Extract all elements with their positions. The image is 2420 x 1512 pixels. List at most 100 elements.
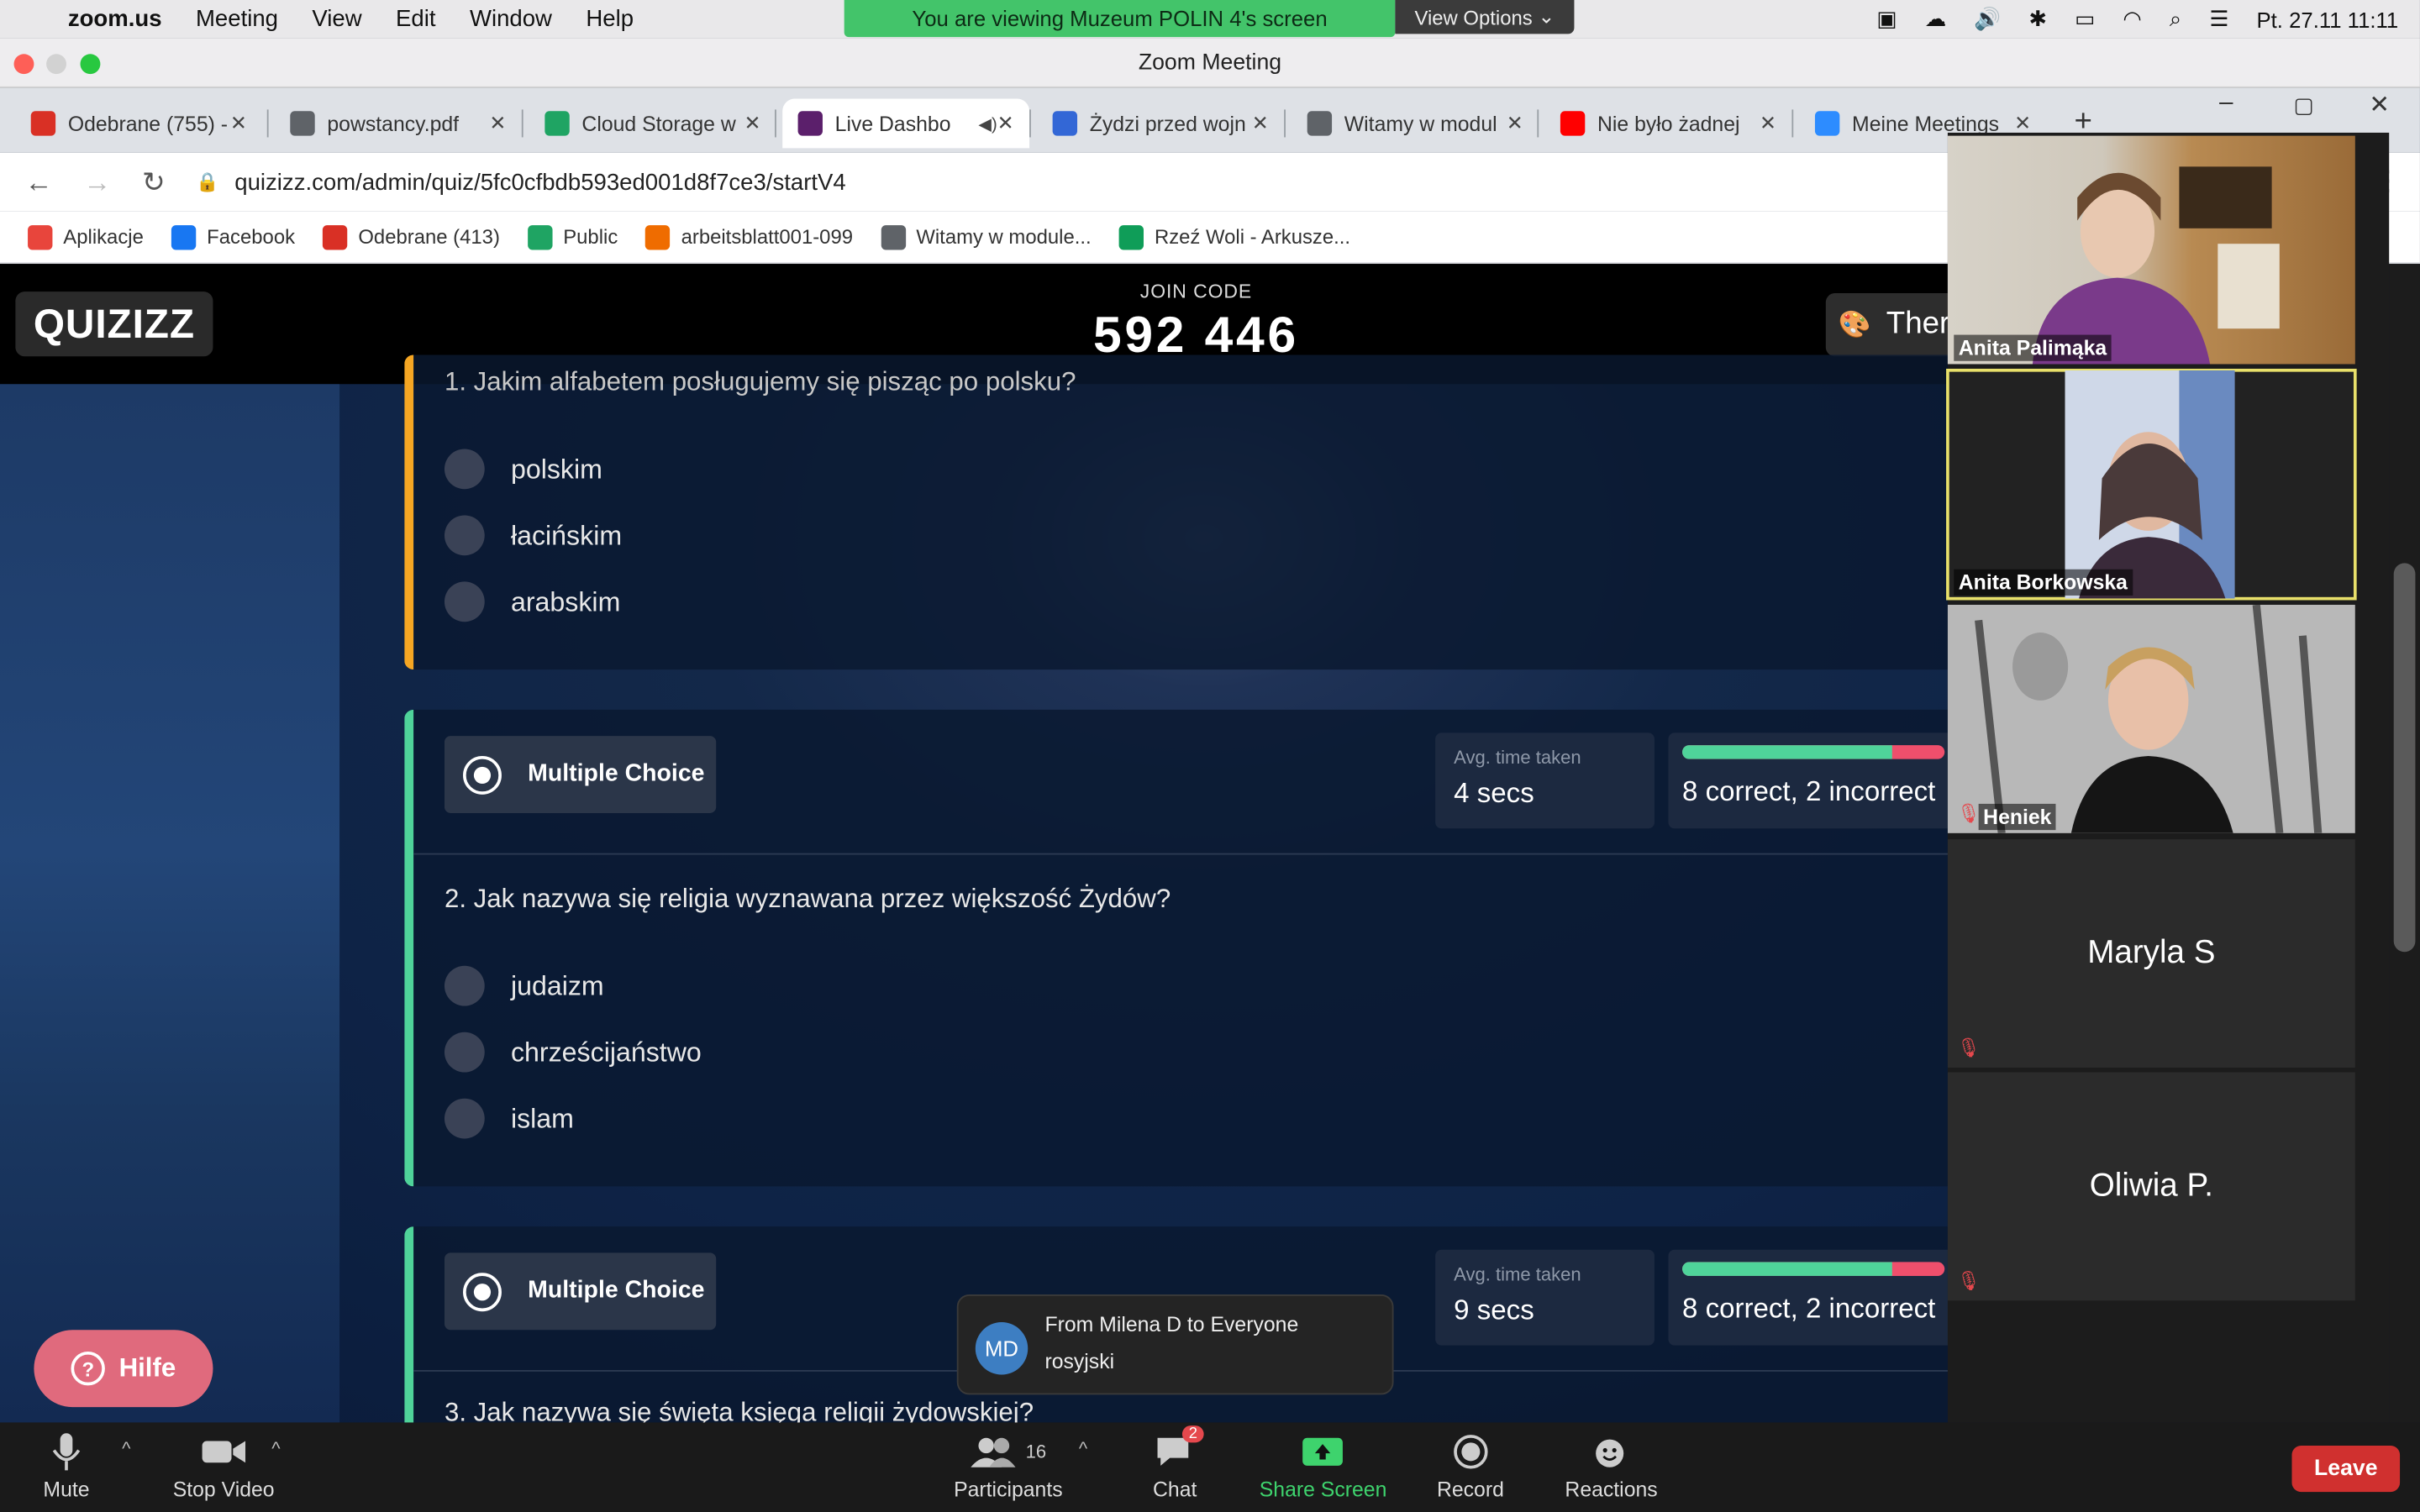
s-icon [645, 224, 671, 249]
bookmark-item[interactable]: Aplikacje [28, 224, 144, 249]
close-window-button[interactable] [13, 54, 34, 75]
tab-title: Live Dashbo [834, 112, 951, 135]
menu-window[interactable]: Window [470, 6, 552, 32]
record-button[interactable]: Record [1437, 1431, 1504, 1501]
menu-help[interactable]: Help [586, 6, 634, 32]
control-center-icon[interactable]: ☰ [2209, 6, 2228, 32]
view-options-button[interactable]: View Options ⌄ [1395, 0, 1575, 34]
help-button[interactable]: ? Hilfe [34, 1330, 213, 1408]
tab-separator [775, 109, 776, 138]
close-tab-icon[interactable]: ✕ [744, 111, 760, 135]
muted-mic-icon: 🎙 [1956, 802, 1981, 824]
close-tab-icon[interactable]: ✕ [997, 111, 1014, 135]
participants-count: 16 [1025, 1441, 1047, 1463]
tab-separator [266, 109, 269, 138]
participant-tile[interactable]: 🎙 Heniek [1947, 604, 2355, 833]
help-icon: ? [71, 1351, 106, 1386]
mute-button[interactable]: Mute [43, 1431, 90, 1501]
tab-title: Odebrane (755) - [67, 112, 229, 135]
spotlight-search-icon[interactable]: ⌕ [2170, 6, 2181, 32]
participant-tile[interactable]: Oliwia P. 🎙 [1947, 1072, 2355, 1301]
menu-meeting[interactable]: Meeting [196, 6, 278, 32]
question-type-badge[interactable]: Multiple Choice [444, 1252, 717, 1331]
browser-tab[interactable]: Żydzi przed wojn ✕ [1037, 99, 1284, 149]
speaker-icon[interactable]: ◀) [978, 113, 997, 134]
browser-minimize-icon[interactable]: – [2219, 90, 2233, 118]
question-text: 2. Jak nazywa się religia wyznawana prze… [444, 884, 1171, 914]
browser-tab[interactable]: Live Dashbo ◀) ✕ [782, 98, 1030, 149]
reload-icon[interactable]: ↻ [142, 165, 166, 198]
answer-option: islam [444, 1098, 574, 1139]
browser-tab[interactable]: Witamy w modul ✕ [1292, 99, 1539, 149]
share-screen-button[interactable]: Share Screen [1260, 1431, 1386, 1501]
scrollbar-thumb[interactable] [2393, 563, 2416, 953]
bookmark-label: arbeitsblatt001-099 [681, 225, 854, 249]
help-label: Hilfe [118, 1352, 176, 1383]
forward-icon[interactable]: → [83, 165, 111, 198]
creative-cloud-icon[interactable]: ☁ [1925, 6, 1947, 32]
menu-app-name[interactable]: zoom.us [68, 6, 162, 32]
browser-tab[interactable]: Nie było żadnej ✕ [1545, 99, 1792, 149]
minimize-window-button[interactable] [46, 54, 66, 75]
globe-icon [881, 224, 906, 249]
answer-option: łacińskim [444, 515, 622, 556]
tab-separator [521, 109, 523, 138]
browser-tab[interactable]: Cloud Storage w ✕ [529, 99, 776, 149]
chat-sender-avatar: MD [975, 1322, 1028, 1375]
quizizz-logo[interactable]: QUIZIZZ [15, 291, 213, 357]
answer-option: chrześcijaństwo [444, 1032, 702, 1073]
stop-video-button[interactable]: Stop Video [173, 1431, 275, 1501]
browser-close-icon[interactable]: ✕ [2369, 90, 2390, 121]
close-tab-icon[interactable]: ✕ [1760, 111, 1776, 135]
participants-chevron-icon[interactable]: ^ [1079, 1438, 1087, 1460]
close-tab-icon[interactable]: ✕ [489, 111, 506, 135]
volume-icon[interactable]: 🔊 [1974, 6, 2001, 32]
zoom-window-button[interactable] [80, 54, 101, 75]
result-text: 8 correct, 2 incorrect [1682, 775, 1936, 807]
back-icon[interactable]: ← [24, 165, 52, 198]
close-tab-icon[interactable]: ✕ [1507, 111, 1523, 135]
bluetooth-icon[interactable]: ✱ [2028, 6, 2047, 32]
screen-share-banner: You are viewing Muzeum POLIN 4's screen [844, 0, 1396, 38]
bookmark-item[interactable]: arbeitsblatt001-099 [645, 224, 853, 249]
bookmark-item[interactable]: Rzeź Woli - Arkusze... [1118, 224, 1350, 249]
record-icon [1452, 1431, 1489, 1472]
wifi-icon[interactable]: ◠ [2123, 6, 2141, 32]
bookmark-item[interactable]: Public [527, 224, 618, 249]
browser-maximize-icon[interactable]: ▢ [2293, 92, 2313, 118]
tab-title: Witamy w modul [1344, 112, 1497, 135]
leave-meeting-button[interactable]: Leave [2291, 1445, 2401, 1493]
menu-view[interactable]: View [312, 6, 361, 32]
muted-mic-icon: 🎙 [1956, 1269, 1981, 1292]
browser-tab[interactable]: Odebrane (755) - ✕ [15, 99, 262, 149]
answer-option: arabskim [444, 581, 620, 622]
result-progress-bar [1682, 745, 1945, 759]
menu-edit[interactable]: Edit [396, 6, 435, 32]
participants-button[interactable]: 16 Participants [954, 1431, 1063, 1501]
chat-button[interactable]: 2 Chat [1153, 1425, 1204, 1501]
bookmark-item[interactable]: Facebook [171, 224, 295, 249]
close-tab-icon[interactable]: ✕ [1252, 111, 1269, 135]
battery-icon[interactable]: ▭ [2075, 6, 2095, 32]
close-tab-icon[interactable]: ✕ [230, 111, 247, 135]
chat-notification[interactable]: MD From Milena D to Everyone rosyjski [956, 1294, 1394, 1395]
reactions-button[interactable]: Reactions [1565, 1431, 1658, 1501]
participant-tile[interactable]: Maryla S 🎙 [1947, 839, 2355, 1068]
tab-title: Cloud Storage w [581, 112, 736, 135]
browser-tab[interactable]: powstancy.pdf ✕ [275, 99, 522, 149]
audio-options-chevron-icon[interactable]: ^ [122, 1438, 130, 1460]
radio-icon [463, 1272, 502, 1311]
screen: zoom.us Meeting View Edit Window Help Yo… [0, 0, 2420, 1512]
participants-icon: 16 [970, 1431, 1047, 1472]
participant-tile[interactable]: Anita Palimąka [1947, 135, 2355, 365]
clock[interactable]: Pt. 27.11 11:11 [2257, 7, 2399, 31]
zoom-tray-icon[interactable]: ▣ [1876, 6, 1897, 32]
bookmark-item[interactable]: Witamy w module... [881, 224, 1092, 249]
participant-tile-active-speaker[interactable]: Anita Borkowska [1946, 368, 2357, 601]
lock-icon[interactable]: 🔒 [196, 171, 218, 193]
bookmark-item[interactable]: Odebrane (413) [323, 224, 500, 249]
question-type-badge[interactable]: Multiple Choice [444, 736, 717, 813]
result-box: 8 correct, 2 incorrect [1668, 1249, 1959, 1346]
video-options-chevron-icon[interactable]: ^ [271, 1438, 280, 1460]
url-field[interactable]: quizizz.com/admin/quiz/5fc0cfbdb593ed001… [234, 169, 846, 195]
